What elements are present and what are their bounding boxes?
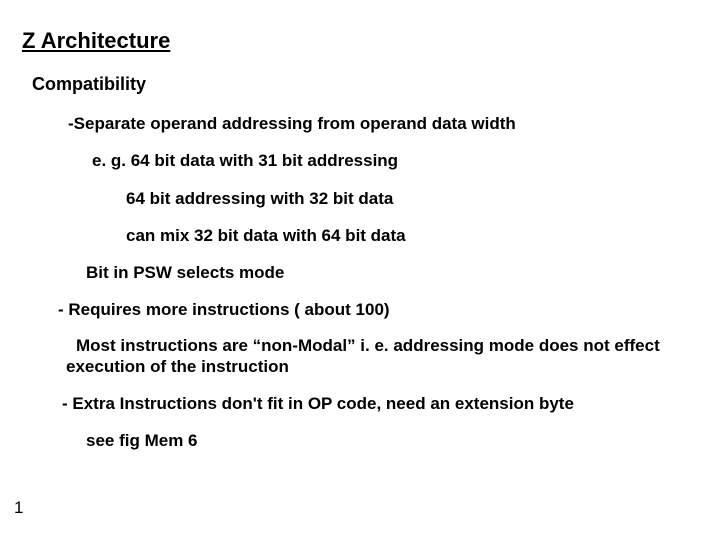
slide-title: Z Architecture xyxy=(22,28,698,54)
line-see-fig: see fig Mem 6 xyxy=(86,430,698,451)
compat-heading: Compatibility xyxy=(32,74,698,95)
line-sep-operand: -Separate operand addressing from operan… xyxy=(68,113,698,134)
line-non-modal: Most instructions are “non-Modal” i. e. … xyxy=(66,335,698,378)
line-psw-mode: Bit in PSW selects mode xyxy=(86,262,698,283)
line-extra-instr: - Extra Instructions don't fit in OP cod… xyxy=(62,393,698,414)
page-number: 1 xyxy=(14,498,23,518)
line-more-instr: - Requires more instructions ( about 100… xyxy=(58,299,698,320)
line-eg-64-31: e. g. 64 bit data with 31 bit addressing xyxy=(92,150,698,171)
line-mix-32-64: can mix 32 bit data with 64 bit data xyxy=(126,225,698,246)
line-64-32: 64 bit addressing with 32 bit data xyxy=(126,188,698,209)
